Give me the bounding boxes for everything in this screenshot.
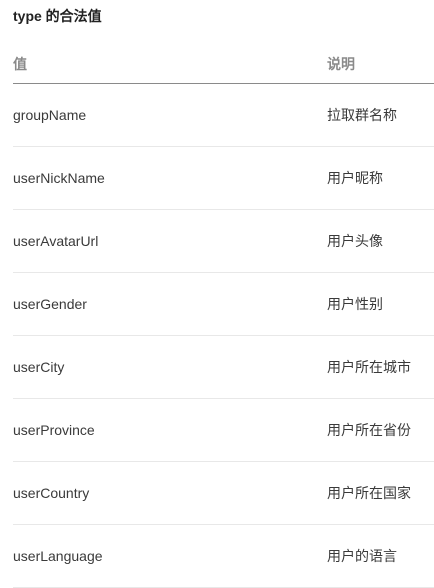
row-value: userCity [13, 359, 65, 375]
type-values-table: 值 说明 groupName 拉取群名称 userNickName 用户昵称 u… [13, 44, 434, 588]
row-description: 用户性别 [327, 296, 383, 312]
section-title: type 的合法值 [13, 8, 102, 24]
row-description: 用户所在城市 [327, 359, 411, 375]
row-value: userAvatarUrl [13, 233, 99, 249]
row-description: 用户所在省份 [327, 422, 411, 438]
row-description: 用户昵称 [327, 170, 383, 186]
table-row: userNickName 用户昵称 [13, 147, 434, 210]
table-row: groupName 拉取群名称 [13, 84, 434, 147]
row-value: userGender [13, 296, 87, 312]
table-row: userAvatarUrl 用户头像 [13, 210, 434, 273]
table-header: 值 说明 [13, 44, 434, 84]
row-description: 用户头像 [327, 233, 383, 249]
table-row: userLanguage 用户的语言 [13, 525, 434, 588]
row-value: userNickName [13, 170, 105, 186]
table-row: userCity 用户所在城市 [13, 336, 434, 399]
row-value: userCountry [13, 485, 90, 501]
row-value: userLanguage [13, 548, 103, 564]
row-value: groupName [13, 107, 87, 123]
row-value: userProvince [13, 422, 95, 438]
table-row: userProvince 用户所在省份 [13, 399, 434, 462]
table-row: userGender 用户性别 [13, 273, 434, 336]
row-description: 用户所在国家 [327, 485, 411, 501]
row-description: 拉取群名称 [327, 107, 397, 123]
table-row: userCountry 用户所在国家 [13, 462, 434, 525]
row-description: 用户的语言 [327, 548, 397, 564]
header-description: 说明 [327, 55, 355, 72]
header-value: 值 [13, 55, 27, 72]
